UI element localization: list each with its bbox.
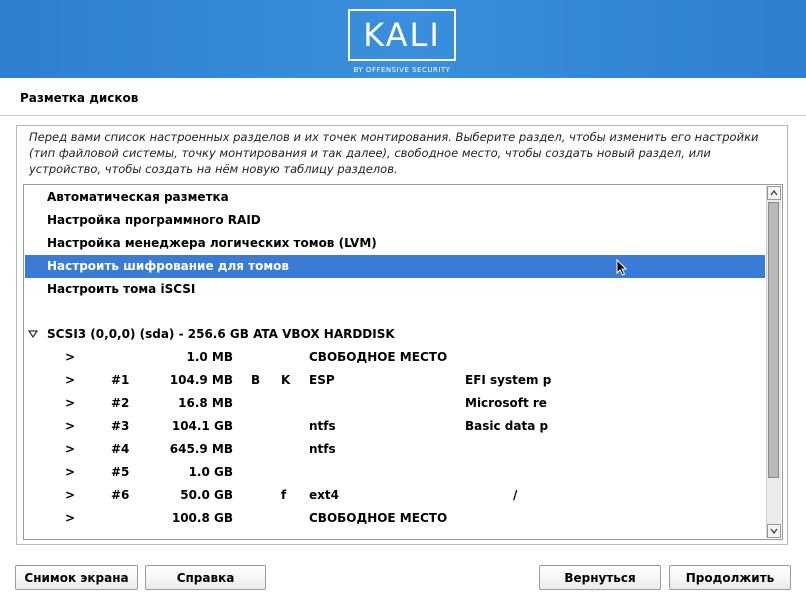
scroll-up-button[interactable]: [767, 186, 781, 200]
partition-size: 645.9 MB: [169, 442, 233, 456]
partition-row[interactable]: > #1 104.9 MB B K ESP EFI system p: [25, 369, 765, 392]
partition-row[interactable]: > #4 645.9 MB ntfs: [25, 438, 765, 461]
disk-row-sda[interactable]: SCSI3 (0,0,0) (sda) - 256.6 GB ATA VBOX …: [25, 323, 765, 346]
partition-row[interactable]: > 100.8 GB СВОБОДНОЕ МЕСТО: [25, 507, 765, 530]
continue-button[interactable]: Продолжить: [669, 565, 791, 590]
partition-arrow: >: [65, 465, 76, 479]
partition-size: 104.9 MB: [169, 373, 233, 387]
description-text: Перед вами список настроенных разделов и…: [29, 130, 759, 176]
partition-filesystem: ntfs: [309, 419, 336, 433]
partition-name: EFI system p: [465, 373, 552, 387]
scroll-thumb[interactable]: [768, 202, 779, 478]
menu-item-encryption[interactable]: Настроить шифрование для томов: [25, 255, 765, 278]
disk-label: SCSI3 (0,0,0) (sda) - 256.6 GB ATA VBOX …: [47, 327, 395, 341]
partition-row[interactable]: > 1.0 MB СВОБОДНОЕ МЕСТО: [25, 346, 765, 369]
partition-bootable-flag: B: [251, 373, 261, 387]
title-divider: [0, 115, 806, 116]
menu-item-label: Настройка программного RAID: [47, 213, 261, 227]
screenshot-button[interactable]: Снимок экрана: [15, 565, 138, 590]
partition-filesystem: ntfs: [309, 442, 336, 456]
scroll-down-button[interactable]: [767, 524, 781, 538]
partition-size: 16.8 MB: [178, 396, 233, 410]
list-scrollbar[interactable]: [766, 186, 781, 538]
partition-format-flag: f: [281, 488, 287, 502]
partition-list[interactable]: Автоматическая разметка Настройка програ…: [23, 184, 783, 540]
partition-row[interactable]: > #2 16.8 MB Microsoft re: [25, 392, 765, 415]
page-title: Разметка дисков: [20, 91, 139, 105]
back-button[interactable]: Вернуться: [539, 565, 661, 590]
menu-item-auto-partition[interactable]: Автоматическая разметка: [25, 186, 765, 209]
partition-number: #5: [111, 465, 130, 479]
partition-arrow: >: [65, 442, 76, 456]
menu-item-label: Настроить тома iSCSI: [47, 282, 196, 296]
kali-banner: KALI BY OFFENSIVE SECURITY: [0, 0, 806, 78]
menu-item-software-raid[interactable]: Настройка программного RAID: [25, 209, 765, 232]
chevron-down-icon: [770, 528, 778, 534]
kali-logo-text: KALI: [363, 16, 441, 54]
menu-item-label: Настроить шифрование для томов: [47, 259, 289, 273]
partition-number: #4: [111, 442, 130, 456]
partition-filesystem: СВОБОДНОЕ МЕСТО: [309, 350, 448, 364]
partition-size: 1.0 GB: [188, 465, 233, 479]
partition-list-viewport: Автоматическая разметка Настройка програ…: [24, 185, 765, 539]
partition-arrow: >: [65, 396, 76, 410]
partition-filesystem: СВОБОДНОЕ МЕСТО: [309, 511, 448, 525]
partition-mountpoint: /: [513, 488, 518, 502]
partition-row[interactable]: > #5 1.0 GB: [25, 461, 765, 484]
menu-item-iscsi[interactable]: Настроить тома iSCSI: [25, 278, 765, 301]
chevron-up-icon: [770, 190, 778, 196]
partition-number: #3: [111, 419, 130, 433]
menu-item-label: Настройка менеджера логических томов (LV…: [47, 236, 377, 250]
partition-format-flag: K: [281, 373, 291, 387]
partition-row[interactable]: > #6 50.0 GB f ext4 /: [25, 484, 765, 507]
partition-number: #1: [111, 373, 130, 387]
mouse-pointer-icon: [616, 258, 628, 277]
partition-size: 100.8 GB: [171, 511, 233, 525]
help-button[interactable]: Справка: [145, 565, 266, 590]
menu-item-label: Автоматическая разметка: [47, 190, 229, 204]
partition-row[interactable]: > #3 104.1 GB ntfs Basic data p: [25, 415, 765, 438]
kali-logo-subtitle: BY OFFENSIVE SECURITY: [353, 66, 451, 74]
partition-arrow: >: [65, 488, 76, 502]
partition-size: 104.1 GB: [171, 419, 233, 433]
partition-arrow: >: [65, 511, 76, 525]
partition-size: 50.0 GB: [180, 488, 233, 502]
partition-size: 1.0 MB: [186, 350, 233, 364]
partition-number: #2: [111, 396, 130, 410]
partition-arrow: >: [65, 373, 76, 387]
partition-arrow: >: [65, 350, 76, 364]
partition-filesystem: ESP: [309, 373, 335, 387]
partition-number: #6: [111, 488, 130, 502]
kali-logo: KALI: [348, 9, 456, 61]
partition-name: Microsoft re: [465, 396, 547, 410]
partition-arrow: >: [65, 419, 76, 433]
partition-filesystem: ext4: [309, 488, 339, 502]
partition-name: Basic data p: [465, 419, 549, 433]
menu-item-lvm[interactable]: Настройка менеджера логических томов (LV…: [25, 232, 765, 255]
